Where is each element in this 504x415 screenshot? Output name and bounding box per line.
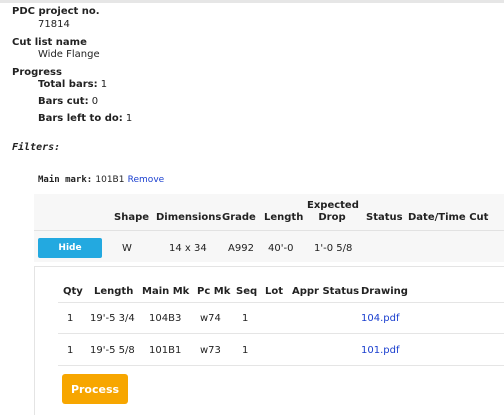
row-divider: [58, 333, 504, 334]
table-divider: [34, 230, 504, 231]
row-shape: W: [122, 243, 132, 254]
row-dimensions: 14 x 34: [169, 243, 207, 254]
drawing-link[interactable]: 101.pdf: [361, 345, 399, 356]
project-number-label: PDC project no.: [12, 6, 100, 17]
total-bars: Total bars: 1: [38, 79, 107, 90]
col-appr-status-header: Appr Status: [292, 286, 360, 297]
col-drawing-header: Drawing: [361, 286, 408, 297]
piece-length: 19'-5 5/8: [90, 345, 135, 356]
row-divider: [58, 302, 504, 303]
col-pc-mk-header: Pc Mk: [197, 286, 231, 297]
cut-list-name-value: Wide Flange: [38, 49, 100, 60]
row-grade: A992: [228, 243, 254, 254]
bars-cut: Bars cut: 0: [38, 96, 98, 107]
piece-pc-mk: w74: [200, 313, 221, 324]
expected-drop-header-line1: Expected: [307, 200, 359, 211]
piece-length: 19'-5 3/4: [90, 313, 135, 324]
main-mark-label: Main mark:: [38, 175, 93, 185]
drawing-link[interactable]: 104.pdf: [361, 313, 399, 324]
row-divider: [58, 365, 504, 366]
col-piece-length-header: Length: [94, 286, 134, 297]
total-bars-label: Total bars:: [38, 79, 98, 90]
progress-label: Progress: [12, 67, 62, 78]
top-divider: [0, 0, 504, 3]
project-number-value: 71814: [38, 19, 70, 30]
piece-seq: 1: [242, 345, 249, 356]
col-length-header: Length: [264, 212, 304, 223]
piece-main-mk: 101B1: [149, 345, 182, 356]
total-bars-value: 1: [100, 79, 108, 90]
col-qty-header: Qty: [63, 286, 83, 297]
piece-seq: 1: [242, 313, 249, 324]
piece-pc-mk: w73: [200, 345, 221, 356]
col-grade-header: Grade: [222, 212, 256, 223]
col-seq-header: Seq: [236, 286, 258, 297]
col-main-mk-header: Main Mk: [142, 286, 190, 297]
row-expected-drop: 1'-0 5/8: [314, 243, 353, 254]
expected-drop-header-line2: Drop: [318, 212, 346, 223]
main-mark-value: 101B1: [95, 175, 125, 185]
bars-cut-value: 0: [91, 96, 99, 107]
col-expected-drop-header: Expected Drop: [307, 200, 359, 224]
col-lot-header: Lot: [265, 286, 284, 297]
piece-main-mk: 104B3: [149, 313, 182, 324]
bars-cut-label: Bars cut:: [38, 96, 89, 107]
bars-left-value: 1: [125, 113, 133, 124]
piece-qty: 1: [67, 345, 74, 356]
remove-filter-link[interactable]: Remove: [128, 175, 165, 185]
main-mark-filter: Main mark: 101B1 Remove: [38, 174, 164, 185]
col-status-header: Status: [366, 212, 403, 223]
bars-left: Bars left to do: 1: [38, 113, 132, 124]
process-button[interactable]: Process: [62, 374, 128, 404]
col-dimensions-header: Dimensions: [156, 212, 222, 223]
col-datetime-header: Date/Time Cut: [408, 212, 489, 223]
row-length: 40'-0: [268, 243, 294, 254]
bars-left-label: Bars left to do:: [38, 113, 123, 124]
cut-list-name-label: Cut list name: [12, 37, 87, 48]
piece-qty: 1: [67, 313, 74, 324]
filters-heading: Filters:: [12, 142, 61, 153]
col-shape-header: Shape: [114, 212, 150, 223]
hide-button[interactable]: Hide: [38, 238, 102, 258]
